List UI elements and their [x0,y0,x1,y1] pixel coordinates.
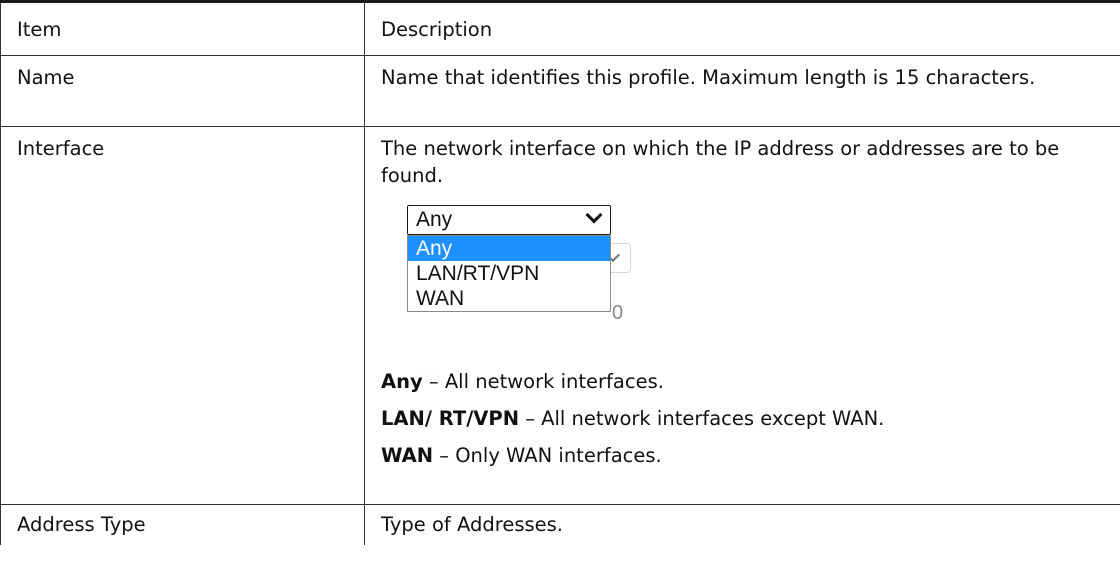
description-table: Item Description Name Name that identifi… [0,0,1120,545]
table-row: Interface The network interface on which… [0,126,1120,505]
item-name-cell: Name [0,55,365,127]
option-any[interactable]: Any [408,236,610,261]
table-row: Address Type Type of Addresses. [0,504,1120,545]
background-field-fragment: 0 [612,302,624,324]
interface-definitions: Any – All network interfaces. LAN/ RT/VP… [381,363,1104,474]
interface-description-text: The network interface on which the IP ad… [381,137,1060,187]
interface-select-value: Any [416,208,453,231]
background-faded-text: ···· [415,367,458,383]
definition-any: Any – All network interfaces. [381,370,664,393]
header-description: Description [364,0,1120,56]
item-name-cell: Interface [0,126,365,505]
definition-lan-rt-vpn: LAN/ RT/VPN – All network interfaces exc… [381,407,885,430]
table-row: Name Name that identifies this profile. … [0,55,1120,127]
header-item: Item [0,0,365,56]
option-wan[interactable]: WAN [408,286,610,311]
item-name-cell: Address Type [0,504,365,545]
description-cell: The network interface on which the IP ad… [364,126,1120,505]
description-cell: Type of Addresses. [364,504,1120,545]
interface-options-list: Any LAN/RT/VPN WAN [407,235,611,312]
interface-select[interactable]: Any [407,205,611,235]
interface-dropdown-screenshot: 0 ···· Any Any LAN/RT/VPN WAN [407,205,631,383]
definition-wan: WAN – Only WAN interfaces. [381,444,662,467]
option-lan-rt-vpn[interactable]: LAN/RT/VPN [408,261,610,286]
chevron-down-icon [585,206,603,224]
description-cell: Name that identifies this profile. Maxim… [364,55,1120,127]
table-header-row: Item Description [0,0,1120,56]
